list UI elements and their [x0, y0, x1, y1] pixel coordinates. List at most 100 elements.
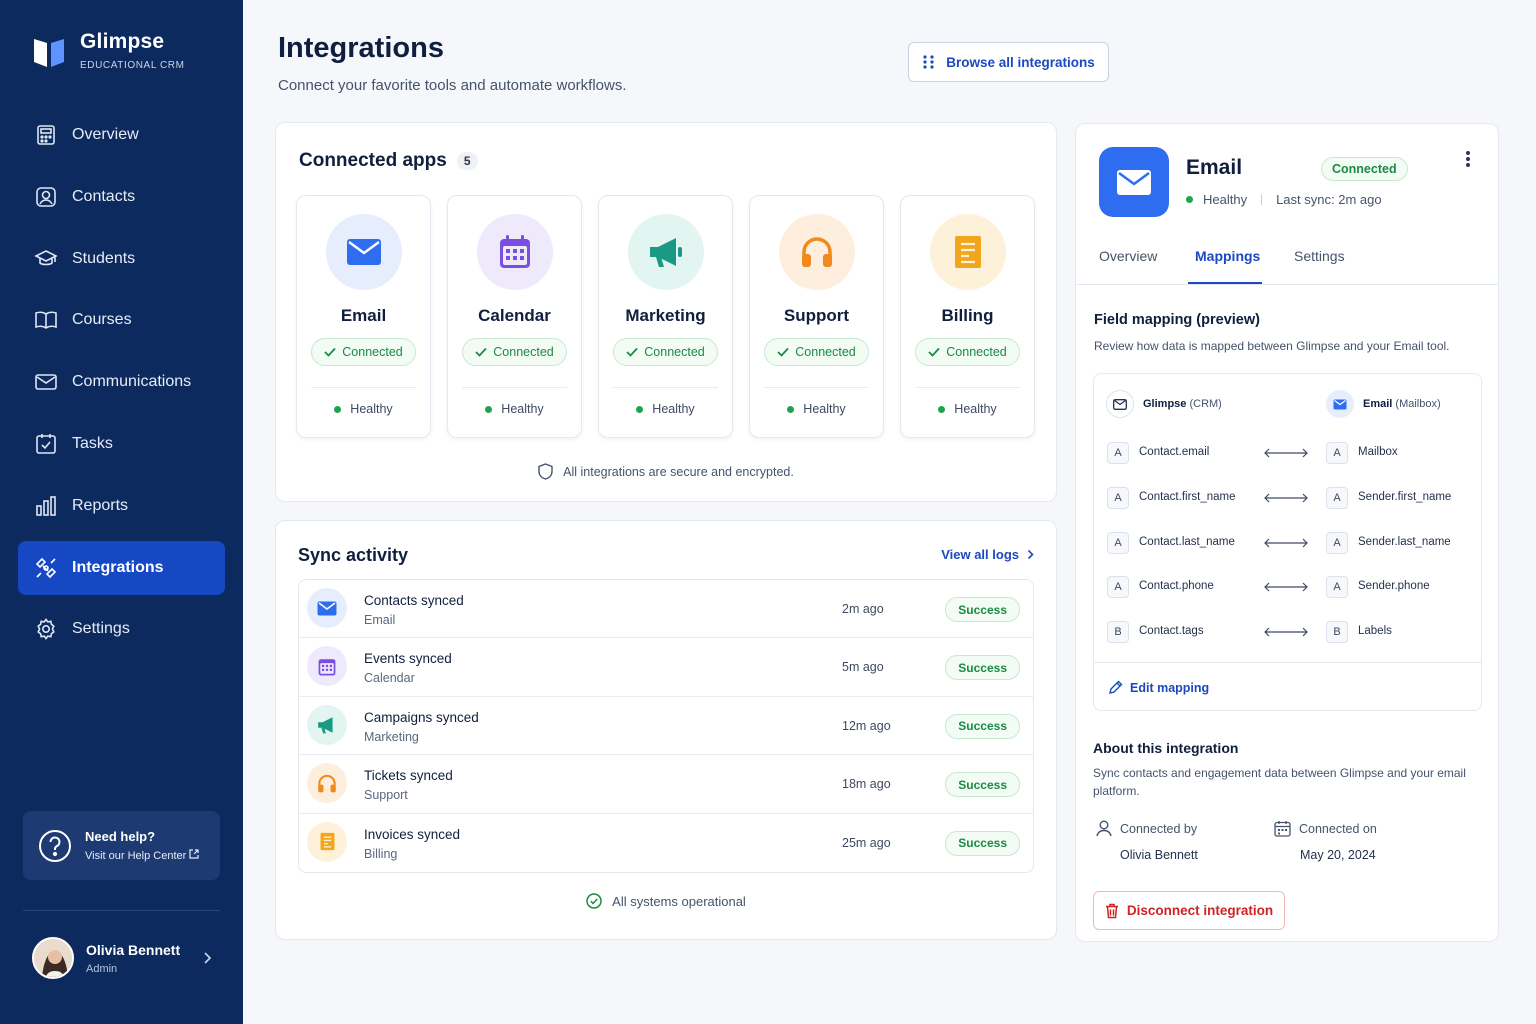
- app-tile-calendar[interactable]: Calendar Connected Healthy: [447, 195, 582, 438]
- grid-dots-icon: [923, 55, 934, 69]
- sidebar-item-label: Reports: [72, 496, 129, 514]
- field-mapping-table: Glimpse (CRM) Email (Mailbox) A Contact.…: [1093, 373, 1482, 711]
- table-row[interactable]: Invoices synced Billing 25m ago Success: [299, 814, 1033, 872]
- field-type-chip: A: [1107, 576, 1129, 598]
- trash-icon: [1105, 903, 1118, 918]
- sync-source: Support: [364, 788, 408, 803]
- view-all-logs-link[interactable]: View all logs: [941, 547, 1034, 562]
- sidebar-item-contacts[interactable]: Contacts: [18, 170, 225, 224]
- disconnect-integration-button[interactable]: Disconnect integration: [1093, 891, 1285, 930]
- target-field: Sender.first_name: [1358, 491, 1452, 503]
- mail-icon: [35, 374, 57, 390]
- page-title: Integrations: [278, 32, 444, 64]
- table-row[interactable]: Tickets synced Support 18m ago Success: [299, 755, 1033, 814]
- target-field: Labels: [1358, 625, 1392, 637]
- sidebar-item-tasks[interactable]: Tasks: [18, 417, 225, 471]
- settings-icon: [37, 618, 55, 641]
- check-icon: [928, 347, 940, 357]
- sidebar-item-communications[interactable]: Communications: [18, 355, 225, 409]
- mail-outline-icon: [1106, 390, 1134, 418]
- megaphone-icon: [318, 717, 333, 734]
- connected-label: Connected: [946, 345, 1007, 359]
- check-icon: [626, 347, 638, 357]
- help-center-link[interactable]: Visit our Help Center: [85, 849, 199, 862]
- brand-name: Glimpse: [80, 30, 165, 53]
- health-label: Healthy: [350, 402, 393, 416]
- status-badge: Success: [945, 772, 1020, 798]
- sidebar-item-students[interactable]: Students: [18, 232, 225, 286]
- health-dot: [636, 405, 644, 413]
- app-tile-marketing[interactable]: Marketing Connected Healthy: [598, 195, 733, 438]
- mapping-divider: [1094, 662, 1481, 663]
- connected-on: Connected on May 20, 2024: [1274, 820, 1377, 862]
- edit-mapping-button[interactable]: Edit mapping: [1108, 680, 1209, 695]
- table-row[interactable]: Events synced Calendar 5m ago Success: [299, 638, 1033, 697]
- app-tile-billing[interactable]: Billing Connected Healthy: [900, 195, 1035, 438]
- app-name: Support: [783, 306, 850, 325]
- systems-status-text: All systems operational: [612, 893, 746, 909]
- app-name: Calendar: [478, 306, 551, 325]
- browse-integrations-label: Browse all integrations: [946, 54, 1095, 70]
- pencil-icon: [1109, 680, 1123, 694]
- help-link-label: Visit our Help Center: [85, 850, 187, 862]
- connected-by-value: Olivia Bennett: [1120, 848, 1198, 862]
- source-field: Contact.email: [1139, 446, 1210, 458]
- health-label: Healthy: [652, 402, 695, 416]
- field-type-chip: A: [1326, 487, 1348, 509]
- app-tile-support[interactable]: Support Connected Healthy: [749, 195, 884, 438]
- field-mapping-title: Field mapping (preview): [1094, 312, 1260, 328]
- headphones-icon: [802, 237, 832, 267]
- sync-icon-wrap: [307, 588, 347, 628]
- brand[interactable]: Glimpse EDUCATIONAL CRM: [32, 30, 185, 71]
- tile-divider: [915, 387, 1020, 388]
- sidebar-item-overview[interactable]: Overview: [18, 108, 225, 162]
- mapping-row: A Contact.first_name A Sender.first_name: [1094, 487, 1481, 509]
- view-all-logs-label: View all logs: [941, 547, 1019, 562]
- table-row[interactable]: Contacts synced Email 2m ago Success: [299, 580, 1033, 639]
- health-label: Healthy: [501, 402, 544, 416]
- help-icon: [39, 829, 71, 862]
- mapping-row: A Contact.last_name A Sender.last_name: [1094, 532, 1481, 554]
- source-field: Contact.phone: [1139, 580, 1214, 592]
- chevron-right-icon: [204, 952, 212, 964]
- sync-list: Contacts synced Email 2m ago Success Eve…: [298, 579, 1034, 873]
- field-mapping-subtitle: Review how data is mapped between Glimps…: [1094, 339, 1450, 353]
- check-icon: [777, 347, 789, 357]
- headphones-icon: [318, 774, 336, 792]
- health-dot: [938, 405, 946, 413]
- mail-icon: [1326, 390, 1354, 418]
- health-label: Healthy: [1203, 192, 1248, 207]
- secure-note: All integrations are secure and encrypte…: [276, 463, 1056, 480]
- megaphone-icon: [650, 238, 682, 267]
- sidebar-nav: Overview Contacts Students Courses Commu…: [18, 108, 225, 664]
- mapping-row: B Contact.tags B Labels: [1094, 621, 1481, 643]
- more-options-icon[interactable]: [1463, 148, 1473, 170]
- calendar-icon: [500, 235, 530, 268]
- table-row[interactable]: Campaigns synced Marketing 12m ago Succe…: [299, 697, 1033, 756]
- sidebar-item-settings[interactable]: Settings: [18, 602, 225, 656]
- divider: [1261, 194, 1263, 205]
- mapping-row: A Contact.email A Mailbox: [1094, 442, 1481, 464]
- mail-icon: [347, 239, 381, 265]
- connected-by: Connected by Olivia Bennett: [1096, 820, 1198, 862]
- last-sync: Last sync: 2m ago: [1276, 192, 1382, 207]
- connected-label: Connected: [795, 345, 856, 359]
- app-tile-email[interactable]: Email Connected Healthy: [296, 195, 431, 438]
- systems-status: All systems operational: [276, 893, 1056, 909]
- sync-source: Marketing: [364, 729, 419, 744]
- health-label: Healthy: [803, 402, 846, 416]
- browse-integrations-button[interactable]: Browse all integrations: [908, 42, 1109, 82]
- user-profile[interactable]: Olivia Bennett Admin: [32, 937, 212, 979]
- sidebar-item-courses[interactable]: Courses: [18, 293, 225, 347]
- sidebar-item-integrations[interactable]: Integrations: [18, 540, 225, 595]
- status-badge: Success: [945, 597, 1020, 622]
- tab-settings[interactable]: Settings: [1294, 248, 1345, 264]
- connected-badge: Connected: [613, 338, 718, 366]
- disconnect-label: Disconnect integration: [1126, 903, 1274, 918]
- sync-icon-wrap: [307, 763, 347, 804]
- tab-mappings[interactable]: Mappings: [1195, 248, 1260, 264]
- help-card[interactable]: Need help? Visit our Help Center: [23, 811, 220, 880]
- app-icon-wrap: [628, 214, 704, 290]
- tab-overview[interactable]: Overview: [1099, 248, 1157, 264]
- sidebar-item-reports[interactable]: Reports: [18, 479, 225, 533]
